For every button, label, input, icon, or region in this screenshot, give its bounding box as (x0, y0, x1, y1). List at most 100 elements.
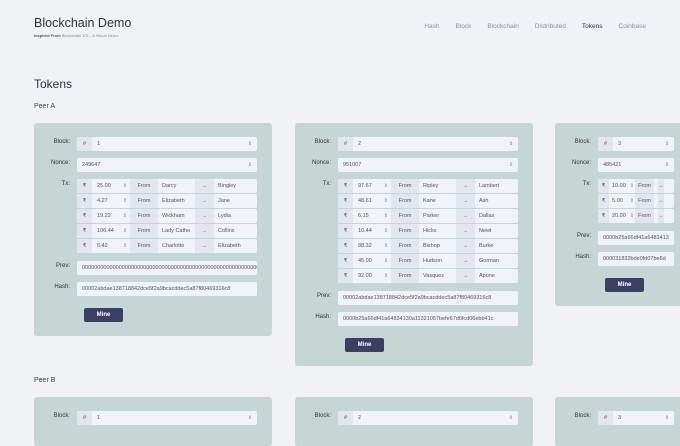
block-number-input[interactable]: #2 ⇕ (338, 137, 518, 151)
spinner-icon[interactable]: ⇕ (248, 415, 252, 421)
sender-input[interactable]: Kane (419, 194, 456, 208)
block-number-input[interactable]: #3 ⇕ (598, 411, 674, 425)
currency-symbol: ₹ (77, 239, 92, 253)
amount-input[interactable]: 19.22 ⇕ (92, 209, 130, 223)
transaction-row: ₹92.00 ⇕ From Vasquez → Apone (338, 269, 518, 283)
from-label: From (391, 179, 419, 193)
arrow-icon: → (195, 224, 214, 238)
spinner-icon[interactable]: ⇕ (123, 228, 127, 234)
recipient-input[interactable] (664, 179, 674, 193)
block-number-input[interactable]: #1 ⇕ (77, 137, 257, 151)
from-label: From (391, 239, 419, 253)
recipient-input[interactable]: Apone (475, 269, 518, 283)
spinner-icon[interactable]: ⇕ (665, 141, 669, 147)
spinner-icon[interactable]: ⇕ (384, 228, 388, 234)
mine-button[interactable]: Mine (345, 338, 384, 352)
sender-input[interactable]: Wickham (158, 209, 195, 223)
sender-input[interactable]: Vasquez (419, 269, 456, 283)
spinner-icon[interactable]: ⇕ (665, 162, 669, 168)
block-number-input[interactable]: #1 ⇕ (77, 411, 257, 425)
block-card: Block: #3 ⇕ (555, 397, 680, 446)
from-label: From (635, 179, 654, 193)
spinner-icon[interactable]: ⇕ (123, 213, 127, 219)
recipient-input[interactable]: Dallas (475, 209, 518, 223)
spinner-icon[interactable]: ⇕ (384, 213, 388, 219)
block-number-input[interactable]: #3 ⇕ (598, 137, 674, 151)
nonce-input[interactable]: 951007 ⇕ (338, 158, 518, 172)
nav-distributed[interactable]: Distributed (535, 23, 566, 30)
sender-input[interactable]: Hudson (419, 254, 456, 268)
arrow-icon: → (195, 239, 214, 253)
spinner-icon[interactable]: ⇕ (123, 243, 127, 249)
spinner-icon[interactable]: ⇕ (630, 213, 634, 219)
recipient-input[interactable]: Gorman (475, 254, 518, 268)
nav-tokens[interactable]: Tokens (582, 23, 603, 30)
recipient-input[interactable]: Elizabeth (214, 239, 257, 253)
arrow-icon: → (456, 194, 475, 208)
mine-button[interactable]: Mine (84, 308, 123, 322)
spinner-icon[interactable]: ⇕ (630, 198, 634, 204)
amount-input[interactable]: 10.44 ⇕ (353, 224, 391, 238)
spinner-icon[interactable]: ⇕ (384, 258, 388, 264)
amount-input[interactable]: 92.00 ⇕ (353, 269, 391, 283)
sender-input[interactable]: Hicks (419, 224, 456, 238)
nav-block[interactable]: Block (456, 23, 472, 30)
amount-input[interactable]: 97.67 ⇕ (353, 179, 391, 193)
sender-input[interactable]: Parker (419, 209, 456, 223)
recipient-input[interactable]: Jane (214, 194, 257, 208)
spinner-icon[interactable]: ⇕ (384, 273, 388, 279)
spinner-icon[interactable]: ⇕ (384, 243, 388, 249)
block-card: Block: #1 ⇕ (34, 397, 272, 446)
sender-input[interactable]: Darcy (158, 179, 195, 193)
recipient-input[interactable]: Burke (475, 239, 518, 253)
nonce-input[interactable]: 485421 ⇕ (598, 158, 674, 172)
sender-input[interactable]: Charlotte (158, 239, 195, 253)
recipient-input[interactable]: Lydia (214, 209, 257, 223)
nav-hash[interactable]: Hash (424, 23, 439, 30)
recipient-input[interactable] (664, 209, 674, 223)
amount-input[interactable]: 106.44 ⇕ (92, 224, 130, 238)
spinner-icon[interactable]: ⇕ (665, 415, 669, 421)
amount-input[interactable]: 6.42 ⇕ (92, 239, 130, 253)
amount-input[interactable]: 20.00 ⇕ (609, 209, 635, 223)
spinner-icon[interactable]: ⇕ (248, 141, 252, 147)
recipient-input[interactable]: Lambert (475, 179, 518, 193)
block-number-input[interactable]: #2 ⇕ (338, 411, 518, 425)
sender-input[interactable]: Lady Cathe (158, 224, 195, 238)
currency-symbol: ₹ (338, 269, 353, 283)
sender-input[interactable]: Bishop (419, 239, 456, 253)
nonce-input[interactable]: 249647 ⇕ (77, 158, 257, 172)
spinner-icon[interactable]: ⇕ (509, 141, 513, 147)
currency-symbol: ₹ (598, 209, 609, 223)
spinner-icon[interactable]: ⇕ (509, 415, 513, 421)
spinner-icon[interactable]: ⇕ (384, 183, 388, 189)
recipient-input[interactable] (664, 194, 674, 208)
sender-input[interactable]: Ripley (419, 179, 456, 193)
spinner-icon[interactable]: ⇕ (384, 198, 388, 204)
amount-input[interactable]: 4.27 ⇕ (92, 194, 130, 208)
amount-input[interactable]: 48.61 ⇕ (353, 194, 391, 208)
amount-input[interactable]: 25.00 ⇕ (92, 179, 130, 193)
spinner-icon[interactable]: ⇕ (630, 183, 634, 189)
nav-coinbase[interactable]: Coinbase (619, 23, 646, 30)
amount-input[interactable]: 5.00 ⇕ (609, 194, 635, 208)
amount-input[interactable]: 45.00 ⇕ (353, 254, 391, 268)
from-label: From (635, 209, 654, 223)
mine-button[interactable]: Mine (605, 278, 644, 292)
recipient-input[interactable]: Collins (214, 224, 257, 238)
recipient-input[interactable]: Newt (475, 224, 518, 238)
spinner-icon[interactable]: ⇕ (509, 162, 513, 168)
recipient-input[interactable]: Ash (475, 194, 518, 208)
recipient-input[interactable]: Bingley (214, 179, 257, 193)
spinner-icon[interactable]: ⇕ (123, 198, 127, 204)
currency-symbol: ₹ (338, 239, 353, 253)
nav-blockchain[interactable]: Blockchain (487, 23, 518, 30)
amount-input[interactable]: 88.32 ⇕ (353, 239, 391, 253)
spinner-icon[interactable]: ⇕ (123, 183, 127, 189)
sender-input[interactable]: Elizabeth (158, 194, 195, 208)
tx-label: Tx: (61, 181, 70, 187)
spinner-icon[interactable]: ⇕ (248, 162, 252, 168)
amount-input[interactable]: 10.00 ⇕ (609, 179, 635, 193)
amount-input[interactable]: 6.15 ⇕ (353, 209, 391, 223)
transaction-row: ₹19.22 ⇕ From Wickham → Lydia (77, 209, 257, 223)
